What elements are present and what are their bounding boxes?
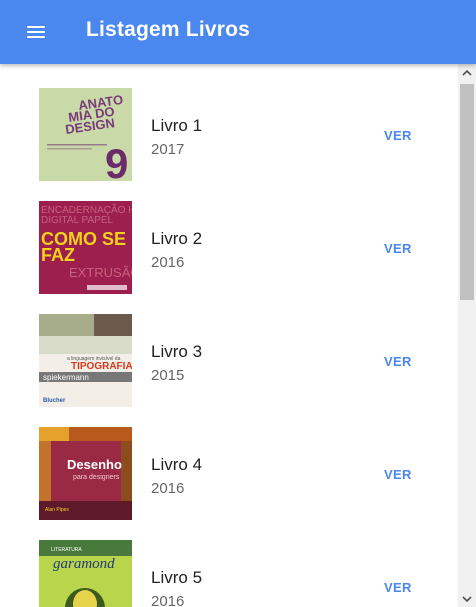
book-cover: ANATO MIA DO DESIGN 9	[39, 88, 132, 181]
book-year: 2016	[151, 480, 185, 497]
vertical-scrollbar[interactable]	[458, 64, 476, 607]
hamburger-menu-icon[interactable]	[24, 20, 48, 44]
view-book-button[interactable]: VER	[384, 241, 412, 256]
svg-text:para designers: para designers	[73, 474, 120, 481]
svg-text:EXTRUSÃO: EXTRUSÃO	[69, 265, 132, 280]
svg-text:TIPOGRAFIA: TIPOGRAFIA	[71, 361, 132, 372]
scrollbar-thumb[interactable]	[460, 84, 474, 300]
svg-text:9: 9	[105, 140, 128, 181]
view-book-button[interactable]: VER	[384, 580, 412, 595]
book-cover: Desenho para designers Alan Pipes	[39, 427, 132, 520]
view-book-button[interactable]: VER	[384, 467, 412, 482]
book-cover: a linguagem invisível da TIPOGRAFIA spie…	[39, 314, 132, 407]
svg-text:Desenho: Desenho	[67, 457, 122, 472]
list-item: ANATO MIA DO DESIGN 9 Livro 1 2017 VER	[0, 64, 458, 181]
list-item: a linguagem invisível da TIPOGRAFIA spie…	[0, 290, 458, 407]
book-title: Livro 2	[151, 229, 203, 248]
book-title: Livro 3	[151, 342, 203, 361]
list-item: ENCADERNAÇÃO HI DIGITAL PAPEL COMO SE FA…	[0, 177, 458, 294]
list-item: Desenho para designers Alan Pipes Livro …	[0, 403, 458, 520]
book-year: 2016	[151, 254, 185, 271]
chevron-up-icon[interactable]	[458, 64, 476, 81]
book-list: ANATO MIA DO DESIGN 9 Livro 1 2017 VER E…	[0, 64, 458, 607]
svg-text:garamond: garamond	[53, 556, 115, 572]
view-book-button[interactable]: VER	[384, 354, 412, 369]
svg-text:spiekermann: spiekermann	[43, 373, 89, 382]
book-title: Livro 1	[151, 116, 203, 135]
svg-text:Alan Pipes: Alan Pipes	[45, 507, 69, 513]
list-item: LITERATURA garamond Livro 5 2016 VER	[0, 516, 458, 607]
book-title: Livro 5	[151, 568, 203, 587]
svg-text:LITERATURA: LITERATURA	[51, 547, 82, 553]
svg-text:DIGITAL PAPEL: DIGITAL PAPEL	[41, 215, 113, 226]
book-title: Livro 4	[151, 455, 203, 474]
app-bar: Listagem Livros	[0, 0, 476, 64]
book-year: 2015	[151, 367, 185, 384]
view-book-button[interactable]: VER	[384, 128, 412, 143]
book-cover: ENCADERNAÇÃO HI DIGITAL PAPEL COMO SE FA…	[39, 201, 132, 294]
book-cover: LITERATURA garamond	[39, 540, 132, 607]
svg-text:FAZ: FAZ	[41, 245, 75, 265]
chevron-down-icon[interactable]	[458, 590, 476, 607]
book-year: 2016	[151, 593, 185, 607]
page-title: Listagem Livros	[86, 18, 251, 41]
book-year: 2017	[151, 141, 185, 158]
